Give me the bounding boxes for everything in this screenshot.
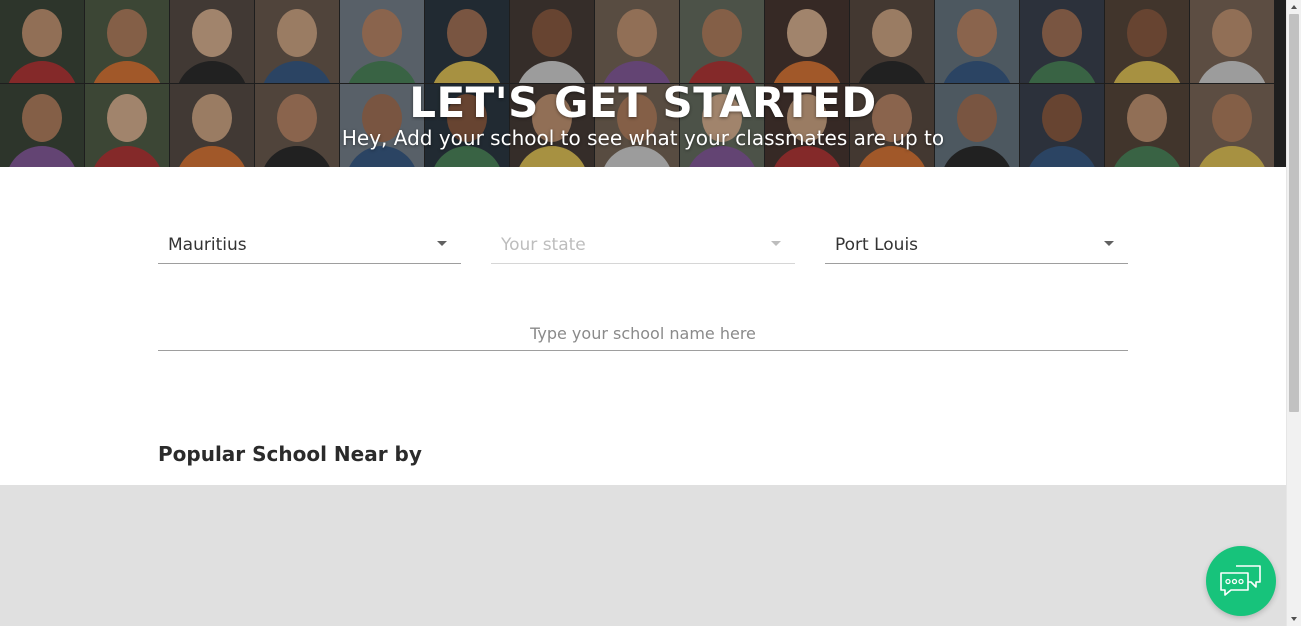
dropdown-arrow-icon bbox=[437, 241, 447, 246]
city-select-value: Port Louis bbox=[835, 235, 919, 255]
chat-button[interactable] bbox=[1206, 546, 1276, 616]
popular-schools-heading: Popular School Near by bbox=[158, 442, 422, 466]
hero-subtitle: Hey, Add your school to see what your cl… bbox=[341, 126, 945, 150]
city-select[interactable]: Port Louis bbox=[825, 226, 1128, 264]
dropdown-arrow-icon bbox=[1104, 241, 1114, 246]
state-select-placeholder: Your state bbox=[501, 235, 586, 255]
vertical-scrollbar[interactable] bbox=[1286, 0, 1301, 626]
country-select-value: Mauritius bbox=[168, 235, 247, 255]
country-select[interactable]: Mauritius bbox=[158, 226, 461, 264]
school-name-input[interactable] bbox=[158, 316, 1128, 351]
scrollbar-thumb[interactable] bbox=[1289, 14, 1299, 412]
scroll-up-arrow-icon[interactable] bbox=[1287, 0, 1301, 14]
chat-bubbles-icon bbox=[1220, 565, 1261, 596]
hero-title: LET'S GET STARTED bbox=[409, 78, 877, 127]
state-select[interactable]: Your state bbox=[491, 226, 795, 264]
popular-schools-list bbox=[0, 485, 1286, 626]
page: LET'S GET STARTED Hey, Add your school t… bbox=[0, 0, 1286, 626]
scroll-down-arrow-icon[interactable] bbox=[1287, 612, 1301, 626]
hero-banner: LET'S GET STARTED Hey, Add your school t… bbox=[0, 0, 1286, 167]
dropdown-arrow-icon bbox=[771, 241, 781, 246]
